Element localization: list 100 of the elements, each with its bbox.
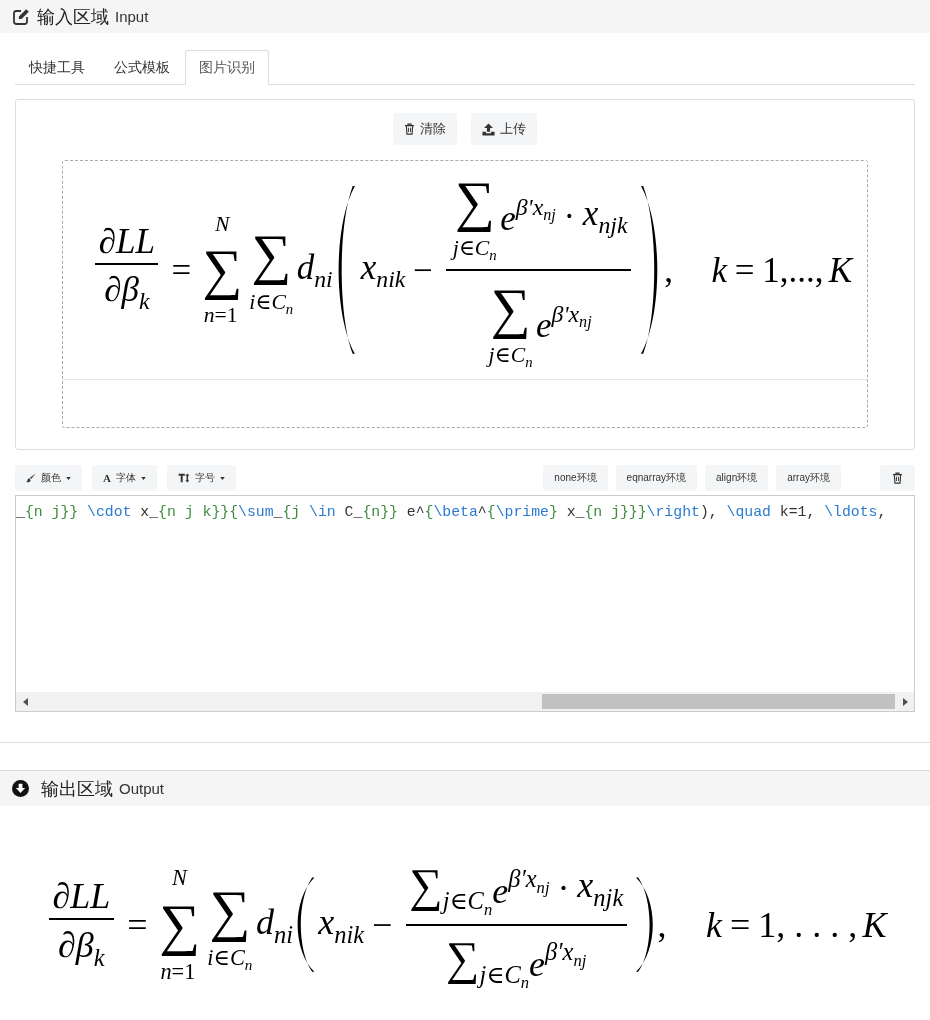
upload-icon <box>482 122 495 136</box>
math-variable: e <box>500 199 516 239</box>
math-operator: = <box>171 252 192 288</box>
math-punctuation: , <box>657 907 667 943</box>
font-button[interactable]: A 字体 <box>92 465 157 491</box>
left-parenthesis-icon <box>296 877 315 973</box>
environment-button[interactable]: eqnarray环境 <box>615 465 698 491</box>
section-subtitle: Input <box>115 8 149 25</box>
math-operator: = <box>734 252 755 288</box>
math-variable: d <box>296 247 315 287</box>
math-variable: i <box>249 289 256 314</box>
math-variable: β′x <box>508 864 537 892</box>
environment-button[interactable]: align环境 <box>705 465 769 491</box>
math-variable: n <box>520 973 530 993</box>
math-operator: · <box>557 870 570 907</box>
math-operator: − <box>413 252 433 288</box>
scroll-left-icon <box>23 697 28 706</box>
code-line: _{n j}} \cdot x_{n j k}}{\sum_{j \in C_{n}} e^{\beta^{\prime} x_{n j}}}\right), \quad k=1, \ldots, <box>16 503 887 521</box>
horizontal-scrollbar[interactable] <box>16 692 914 711</box>
math-variable: e <box>536 306 552 346</box>
summation-sign: ∑ <box>409 858 443 911</box>
math-variable: n <box>525 354 533 371</box>
math-variable: ∂β <box>104 270 139 309</box>
environment-button[interactable]: none环境 <box>543 465 608 491</box>
math-variable: C <box>504 960 521 988</box>
math-variable: k <box>711 252 728 288</box>
summation-sign: ∑ <box>454 169 495 235</box>
math-variable: j <box>479 960 487 988</box>
trash-icon <box>404 123 415 135</box>
math-operator: ∈ <box>213 944 230 970</box>
code-editor[interactable]: _{n j}} \cdot x_{n j k}}{\sum_{j \in C_{n}} e^{\beta^{\prime} x_{n j}}}\right), \quad k=1, \ldots, <box>15 495 915 712</box>
math-operator: ∈ <box>494 343 511 368</box>
summation-sign: ∑ <box>202 237 243 303</box>
font-size-button[interactable]: 字号 <box>166 465 236 491</box>
math-variable: ∂LL <box>52 877 111 914</box>
clear-button[interactable]: 清除 <box>393 113 457 145</box>
environment-button[interactable]: array环境 <box>776 465 841 491</box>
math-variable: x <box>318 902 335 943</box>
circle-arrow-down-icon <box>12 780 29 797</box>
math-operator: ∈ <box>486 960 505 988</box>
math-operator: − <box>372 907 393 943</box>
summation-sign: ∑ <box>446 932 480 985</box>
math-variable: C <box>474 236 490 261</box>
caret-icon <box>66 476 71 480</box>
caret-icon <box>140 476 146 480</box>
math-variable: nj <box>573 951 587 970</box>
math-number: =1 <box>214 302 238 327</box>
math-variable: K <box>862 907 887 943</box>
upload-button[interactable]: 上传 <box>471 113 537 145</box>
delete-button[interactable] <box>880 465 915 491</box>
math-operator: · <box>563 199 576 235</box>
summation-sign: ∑ <box>251 222 292 288</box>
tab[interactable]: 图片识别 <box>185 50 269 85</box>
math-variable: ∂LL <box>98 224 155 260</box>
math-variable: j <box>452 236 459 261</box>
math-variable: nik <box>376 265 406 292</box>
summation-sign: ∑ <box>490 275 531 341</box>
math-variable: K <box>828 252 852 288</box>
math-variable: k <box>706 907 722 943</box>
math-variable: j <box>488 343 495 368</box>
math-operator: = <box>127 907 148 943</box>
math-operator: ∈ <box>255 289 272 314</box>
math-variable: i <box>207 944 214 970</box>
math-variable: nj <box>579 313 592 331</box>
section-title: 输入区域 <box>37 5 109 29</box>
math-variable: n <box>203 302 215 327</box>
math-variable: nj <box>536 877 550 897</box>
math-variable: njk <box>593 883 624 911</box>
math-variable: ∂β <box>58 925 94 966</box>
math-variable: k <box>138 288 150 315</box>
math-variable: d <box>256 902 275 943</box>
math-variable: e <box>529 944 546 985</box>
section-title: 输出区域 <box>41 777 113 801</box>
math-variable: x <box>360 247 377 287</box>
edit-icon <box>12 7 30 26</box>
math-variable: C <box>229 944 245 970</box>
math-variable: k <box>93 943 105 971</box>
math-variable: n <box>483 899 493 919</box>
math-variable: njk <box>598 212 628 239</box>
math-operator: ∈ <box>458 236 475 261</box>
math-variable: C <box>467 887 484 915</box>
left-parenthesis-icon <box>338 185 356 355</box>
tab[interactable]: 快捷工具 <box>15 50 99 85</box>
math-variable: j <box>442 887 450 915</box>
math-variable: x <box>582 194 599 234</box>
tab[interactable]: 公式模板 <box>100 50 184 85</box>
math-variable: n <box>489 247 497 264</box>
math-punctuation: , <box>664 252 673 288</box>
font-icon: A <box>103 472 111 484</box>
math-variable: ni <box>314 265 333 292</box>
brush-icon <box>26 473 36 483</box>
math-number: 1, . . . , <box>758 907 858 943</box>
color-button[interactable]: 颜色 <box>15 465 82 491</box>
summation-sign: ∑ <box>159 892 201 959</box>
right-parenthesis-icon <box>635 877 654 973</box>
math-variable: β′x <box>545 938 574 966</box>
math-variable: nik <box>334 920 365 948</box>
math-variable: e <box>492 870 509 911</box>
math-variable: C <box>271 289 286 314</box>
scrollbar-thumb[interactable] <box>542 694 895 709</box>
